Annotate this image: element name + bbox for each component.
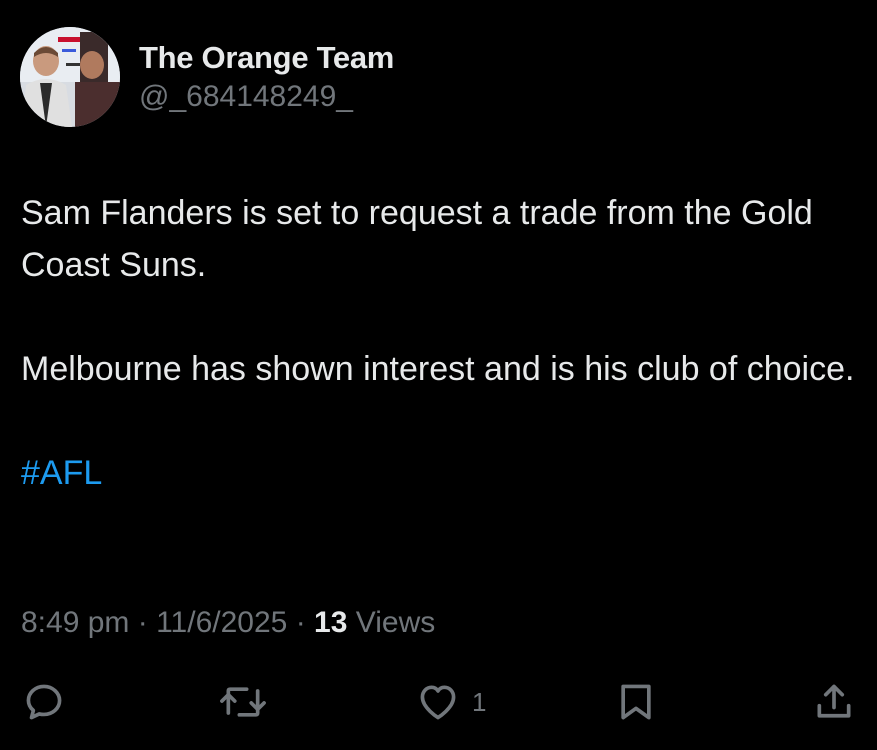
meta-separator: · [137,606,148,639]
meta-separator: · [295,606,306,639]
share-button[interactable] [812,680,856,724]
user-handle[interactable]: @_684148249_ [139,80,353,114]
post-time[interactable]: 8:49 pm [21,606,129,639]
post-meta: 8:49 pm · 11/6/2025 · 13 Views [21,606,435,640]
repost-button[interactable] [219,680,267,724]
post-paragraph: Sam Flanders is set to request a trade f… [21,194,813,284]
reply-icon [26,684,62,720]
like-count: 1 [472,686,487,717]
post-paragraph: Melbourne has shown interest and is his … [21,350,855,388]
like-button[interactable]: 1 [416,680,486,724]
reply-button[interactable] [22,680,66,724]
bookmark-icon [621,684,651,720]
display-name[interactable]: The Orange Team [139,40,394,76]
avatar[interactable] [20,27,120,127]
bookmark-button[interactable] [614,680,658,724]
post-text: Sam Flanders is set to request a trade f… [21,187,861,499]
views-label: Views [355,606,436,639]
heart-icon [420,685,456,720]
avatar-image [20,27,120,127]
hashtag-link[interactable]: #AFL [21,454,102,492]
repost-icon [220,687,266,717]
post-date[interactable]: 11/6/2025 [156,606,287,639]
views-count: 13 [314,606,348,639]
share-icon [817,684,851,718]
